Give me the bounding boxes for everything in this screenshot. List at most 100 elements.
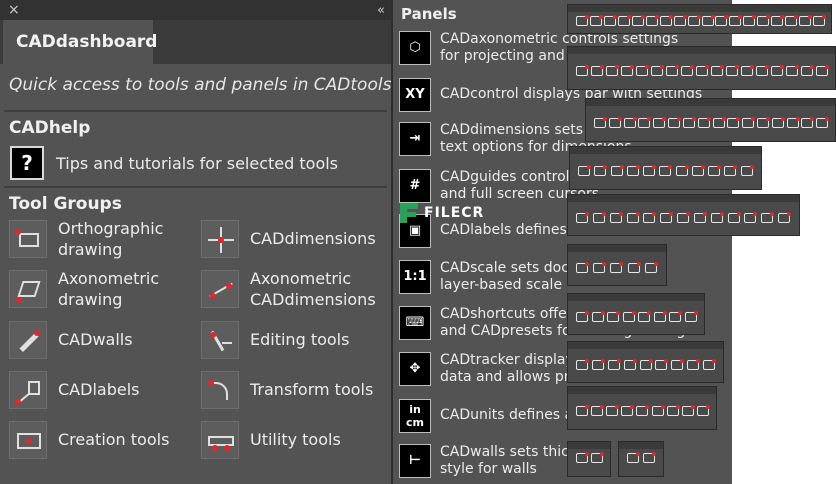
palette-tool-icon[interactable] <box>576 359 589 370</box>
tool-group-axonometric-dimensions[interactable]: Axonometric CADdimensions <box>201 268 376 310</box>
palette-tool-icon[interactable] <box>669 311 682 322</box>
palette-tool-icon[interactable] <box>666 65 679 76</box>
palette-tool-icon[interactable] <box>653 311 667 322</box>
palette-tool-icon[interactable] <box>608 117 622 128</box>
palette-tool-icon[interactable] <box>715 15 729 26</box>
palette-tool-icon[interactable] <box>771 65 784 76</box>
palette-tool-icon[interactable] <box>636 405 650 416</box>
palette-tool-icon[interactable] <box>591 311 605 322</box>
cad-walls-icon[interactable] <box>9 321 47 359</box>
palette-tool-icon[interactable] <box>639 359 653 370</box>
palette-tool-icon[interactable] <box>756 65 769 76</box>
tool-group-cad-dimensions[interactable]: CADdimensions <box>201 218 376 260</box>
palette-tool-icon[interactable] <box>757 15 771 26</box>
palette-tool-icon[interactable] <box>711 65 724 76</box>
palette-tool-icon[interactable] <box>691 165 705 176</box>
tracker-icon[interactable]: ✥ <box>399 351 431 386</box>
palette-tool-icon[interactable] <box>638 117 652 128</box>
palette-tool-icon[interactable] <box>623 359 637 370</box>
units-icon[interactable]: in cm <box>399 398 431 433</box>
palette-tool-icon[interactable] <box>627 262 641 273</box>
palette-title-bar[interactable] <box>568 294 704 301</box>
tool-palette[interactable] <box>567 341 724 383</box>
palette-tool-icon[interactable] <box>631 15 645 26</box>
close-icon[interactable]: × <box>8 0 20 20</box>
cad-labels-icon[interactable] <box>9 371 47 409</box>
palette-tool-icon[interactable] <box>684 311 698 322</box>
tool-palette[interactable] <box>567 46 836 90</box>
palette-tool-icon[interactable] <box>593 262 607 273</box>
palette-tool-icon[interactable] <box>591 405 605 416</box>
shortcuts-icon[interactable]: ⌨ <box>399 305 431 340</box>
palette-tool-icon[interactable] <box>603 15 617 26</box>
palette-tool-icon[interactable] <box>813 15 827 26</box>
tool-group-cad-labels[interactable]: CADlabels <box>9 370 139 410</box>
axonometric-drawing-icon[interactable] <box>9 270 47 308</box>
palette-tool-icon[interactable] <box>666 405 680 416</box>
scale-icon[interactable]: 1:1 <box>399 259 431 294</box>
palette-tool-icon[interactable] <box>621 405 635 416</box>
palette-title-bar[interactable] <box>568 47 835 54</box>
editing-tools-icon[interactable] <box>201 321 239 359</box>
tool-group-axonometric[interactable]: Axonometric drawing <box>9 268 159 310</box>
tool-palette[interactable] <box>569 146 762 190</box>
palette-tool-icon[interactable] <box>727 117 741 128</box>
palette-tool-icon[interactable] <box>591 359 605 370</box>
palette-tool-icon[interactable] <box>655 359 669 370</box>
palette-tool-icon[interactable] <box>651 65 664 76</box>
palette-tool-icon[interactable] <box>682 117 696 128</box>
transform-tools-icon[interactable] <box>201 371 239 409</box>
palette-tool-icon[interactable] <box>703 359 717 370</box>
palette-tool-icon[interactable] <box>576 452 589 463</box>
palette-tool-icon[interactable] <box>576 15 589 26</box>
palette-tool-icon[interactable] <box>626 212 640 223</box>
help-row[interactable]: ? Tips and tutorials for selected tools <box>0 140 391 186</box>
palette-tool-icon[interactable] <box>576 405 589 416</box>
palette-tool-icon[interactable] <box>617 15 631 26</box>
palette-tool-icon[interactable] <box>606 65 619 76</box>
palette-tool-icon[interactable] <box>687 15 701 26</box>
palette-tool-icon[interactable] <box>724 165 738 176</box>
palette-tool-icon[interactable] <box>675 165 689 176</box>
palette-tool-icon[interactable] <box>622 311 636 322</box>
palette-tool-icon[interactable] <box>645 15 659 26</box>
palette-tool-icon[interactable] <box>744 212 758 223</box>
palette-tool-icon[interactable] <box>621 65 634 76</box>
palette-tool-icon[interactable] <box>576 65 589 76</box>
palette-tool-icon[interactable] <box>609 212 623 223</box>
palette-tool-icon[interactable] <box>696 65 709 76</box>
palette-tool-icon[interactable] <box>607 311 620 322</box>
tool-group-cad-walls[interactable]: CADwalls <box>9 320 133 360</box>
palette-tool-icon[interactable] <box>771 15 785 26</box>
palette-tool-icon[interactable] <box>591 452 604 463</box>
palette-tool-icon[interactable] <box>651 405 665 416</box>
palette-tool-icon[interactable] <box>741 65 754 76</box>
palette-tool-icon[interactable] <box>801 117 815 128</box>
palette-tool-icon[interactable] <box>644 262 658 273</box>
palette-tool-icon[interactable] <box>681 405 695 416</box>
collapse-icon[interactable]: « <box>377 3 385 18</box>
palette-tool-icon[interactable] <box>687 359 701 370</box>
tool-palette[interactable] <box>585 98 836 142</box>
palette-tool-icon[interactable] <box>740 165 754 176</box>
palette-tool-icon[interactable] <box>697 117 711 128</box>
palette-tool-icon[interactable] <box>696 405 710 416</box>
palette-tool-icon[interactable] <box>708 165 722 176</box>
tool-group-transform-tools[interactable]: Transform tools <box>201 370 373 410</box>
palette-tool-icon[interactable] <box>589 15 603 26</box>
palette-title-bar[interactable] <box>570 147 761 154</box>
palette-tool-icon[interactable] <box>712 117 726 128</box>
palette-title-bar[interactable] <box>619 442 663 449</box>
palette-tool-icon[interactable] <box>610 262 624 273</box>
tool-palette[interactable] <box>567 441 611 477</box>
palette-tool-icon[interactable] <box>668 117 682 128</box>
tool-group-creation-tools[interactable]: Creation tools <box>9 420 169 460</box>
palette-tool-icon[interactable] <box>623 117 637 128</box>
palette-tool-icon[interactable] <box>727 212 741 223</box>
tool-palette[interactable] <box>567 293 705 335</box>
palette-tool-icon[interactable] <box>591 65 604 76</box>
palette-tool-icon[interactable] <box>643 452 656 463</box>
panel-item-walls[interactable]: ⊢ CADwalls sets thick style for walls <box>399 438 729 483</box>
palette-tool-icon[interactable] <box>578 165 591 176</box>
palette-tool-icon[interactable] <box>659 165 673 176</box>
